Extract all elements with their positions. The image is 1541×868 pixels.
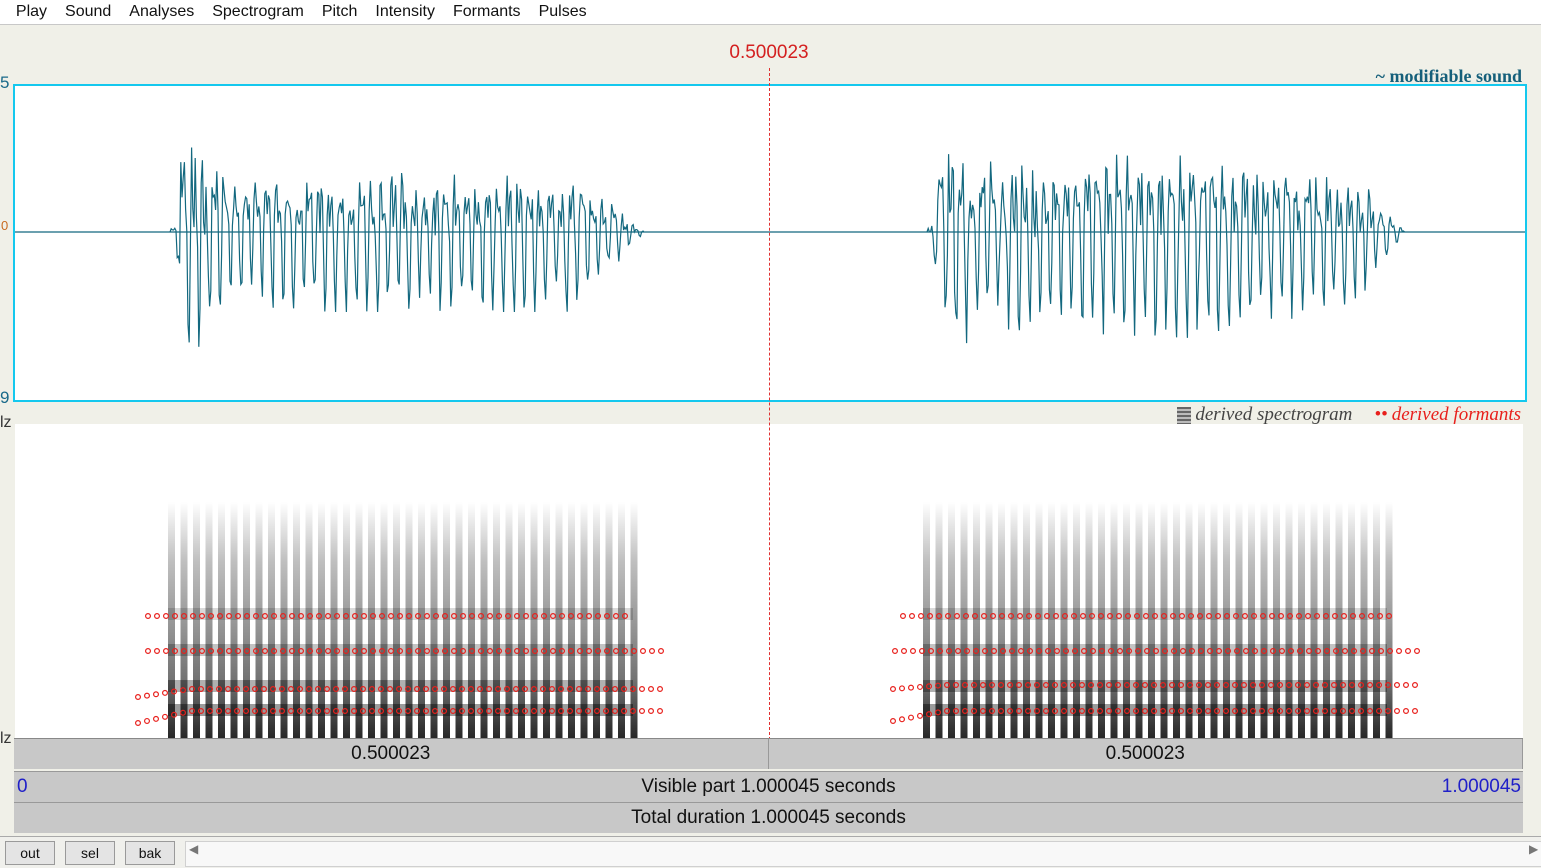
amplitude-zero-label: 0: [1, 218, 8, 233]
cursor-time-label: 0.500023: [729, 42, 808, 64]
visible-part-label: Visible part 1.000045 seconds: [641, 776, 895, 798]
menu-play[interactable]: Play: [7, 3, 56, 21]
spectrogram-legend: derived spectrogram •• derived formants: [1177, 404, 1521, 426]
legend-formants: •• derived formants: [1374, 404, 1521, 426]
menu-intensity[interactable]: Intensity: [366, 3, 444, 21]
menu-sound[interactable]: Sound: [56, 3, 120, 21]
menu-formants[interactable]: Formants: [444, 3, 530, 21]
zoom-selection-button[interactable]: sel: [65, 841, 115, 865]
menu-bar: e Play Sound Analyses Spectrogram Pitch …: [0, 0, 1541, 25]
visible-part-bar[interactable]: 0 Visible part 1.000045 seconds 1.000045: [14, 771, 1523, 802]
menu-spectrogram[interactable]: Spectrogram: [203, 3, 313, 21]
legend-spectrogram: derived spectrogram: [1177, 404, 1352, 426]
visible-end-time: 1.000045: [1442, 776, 1521, 798]
spectrogram-swatch-icon: [1177, 407, 1191, 424]
amplitude-min-label: 9: [0, 388, 9, 408]
left-part-duration: 0.500023: [351, 743, 430, 765]
freq-top-label: lz: [0, 414, 12, 432]
waveform-pane[interactable]: [13, 84, 1527, 402]
right-part-button[interactable]: 0.500023: [769, 739, 1524, 769]
cursor-line[interactable]: [769, 68, 770, 740]
waveform: [15, 86, 1525, 400]
zoom-back-button[interactable]: bak: [125, 841, 175, 865]
visible-start-time: 0: [17, 776, 28, 798]
menu-pitch[interactable]: Pitch: [313, 3, 367, 21]
total-duration-label: Total duration 1.000045 seconds: [631, 807, 906, 829]
right-part-duration: 0.500023: [1106, 743, 1185, 765]
scroll-right-icon[interactable]: ▶: [1529, 842, 1538, 856]
total-duration-bar[interactable]: Total duration 1.000045 seconds: [14, 802, 1523, 833]
scroll-left-icon[interactable]: ◀: [189, 842, 198, 856]
formant-dots-icon: ••: [1374, 404, 1387, 426]
zoom-out-button[interactable]: out: [5, 841, 55, 865]
menu-analyses[interactable]: Analyses: [120, 3, 203, 21]
horizontal-scrollbar[interactable]: [185, 841, 1541, 867]
selection-bar: 0.500023 0.500023: [14, 738, 1523, 769]
legend-spectrogram-label: derived spectrogram: [1195, 404, 1352, 426]
left-part-button[interactable]: 0.500023: [14, 739, 769, 769]
legend-formants-label: derived formants: [1392, 404, 1521, 426]
menu-pulses[interactable]: Pulses: [530, 3, 596, 21]
amplitude-max-label: 5: [0, 73, 9, 93]
bottom-toolbar: out sel bak ◀ ▶: [0, 836, 1541, 868]
menu-file[interactable]: e: [0, 3, 7, 21]
freq-bottom-label: lz: [0, 730, 12, 748]
